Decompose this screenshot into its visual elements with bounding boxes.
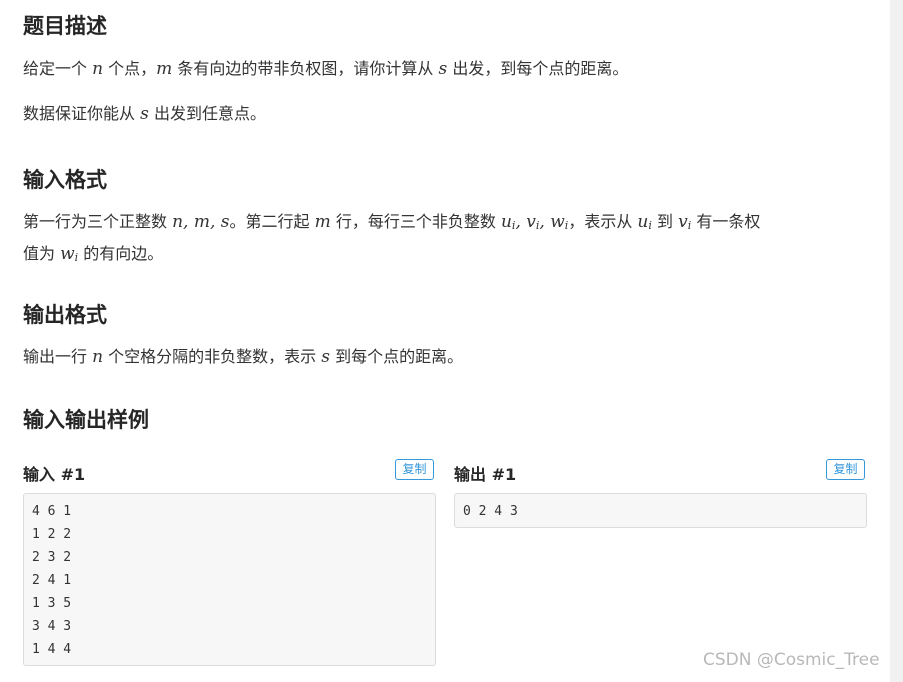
section-title-output-format: 输出格式 (23, 303, 107, 327)
math-nms: n, m, s (172, 212, 230, 232)
text: 有一条权 (696, 212, 761, 231)
text: 。第二行起 (229, 212, 310, 231)
math-wi: wi (60, 244, 79, 264)
sample-input-label: 输入 #1 (23, 465, 86, 484)
text: 输出一行 (23, 347, 88, 366)
text: ，表示从 (568, 212, 633, 231)
watermark: CSDN @Cosmic_Tree (703, 650, 880, 670)
math-vi: vi (678, 212, 692, 232)
sample-output-box[interactable]: 0 2 4 3 (454, 493, 867, 528)
sample-output-label: 输出 #1 (454, 465, 517, 484)
text: 行，每行三个非负整数 (335, 212, 496, 231)
section-title-description: 题目描述 (23, 14, 107, 38)
text: 到每个点的距离。 (335, 347, 464, 366)
text: 出发，到每个点的距离。 (452, 59, 629, 78)
text: 数据保证你能从 (23, 104, 136, 123)
math-ui: ui (637, 212, 652, 232)
text: 个空格分隔的非负整数，表示 (108, 347, 317, 366)
sample-output-text: 0 2 4 3 (463, 504, 518, 519)
text: 第一行为三个正整数 (23, 212, 168, 231)
sample-input-text: 4 6 1 1 2 2 2 3 2 2 4 1 1 3 5 3 4 3 1 4 … (32, 504, 72, 657)
math-s: s (321, 347, 330, 367)
math-m: m (156, 59, 173, 79)
copy-output-button[interactable]: 复制 (826, 459, 865, 480)
description-paragraph-1: 给定一个 n 个点，m 条有向边的带非负权图，请你计算从 s 出发，到每个点的距… (23, 55, 628, 83)
text: 的有向边。 (83, 244, 164, 263)
text: 到 (657, 212, 674, 231)
copy-input-button[interactable]: 复制 (395, 459, 434, 480)
math-n: n (92, 347, 104, 367)
math-uvw: ui, vi, wi (500, 212, 569, 232)
math-n: n (92, 59, 104, 79)
text: 个点， (108, 59, 157, 78)
math-s: s (140, 104, 149, 124)
problem-content: 题目描述 给定一个 n 个点，m 条有向边的带非负权图，请你计算从 s 出发，到… (0, 0, 890, 682)
text: 出发到任意点。 (153, 104, 266, 123)
text: 条有向边的带非负权图，请你计算从 (177, 59, 434, 78)
output-format-paragraph: 输出一行 n 个空格分隔的非负整数，表示 s 到每个点的距离。 (23, 343, 463, 371)
math-s: s (438, 59, 448, 79)
input-format-paragraph: 第一行为三个正整数 n, m, s。第二行起 m 行，每行三个非负整数 ui, … (23, 208, 873, 272)
description-paragraph-2: 数据保证你能从 s 出发到任意点。 (23, 100, 266, 128)
sample-input-box[interactable]: 4 6 1 1 2 2 2 3 2 2 4 1 1 3 5 3 4 3 1 4 … (23, 493, 436, 666)
vertical-scrollbar[interactable] (890, 0, 903, 682)
text: 给定一个 (23, 59, 88, 78)
text: 值为 (23, 244, 56, 263)
section-title-input-format: 输入格式 (23, 168, 107, 192)
section-title-samples: 输入输出样例 (23, 408, 149, 432)
math-m: m (314, 212, 331, 232)
